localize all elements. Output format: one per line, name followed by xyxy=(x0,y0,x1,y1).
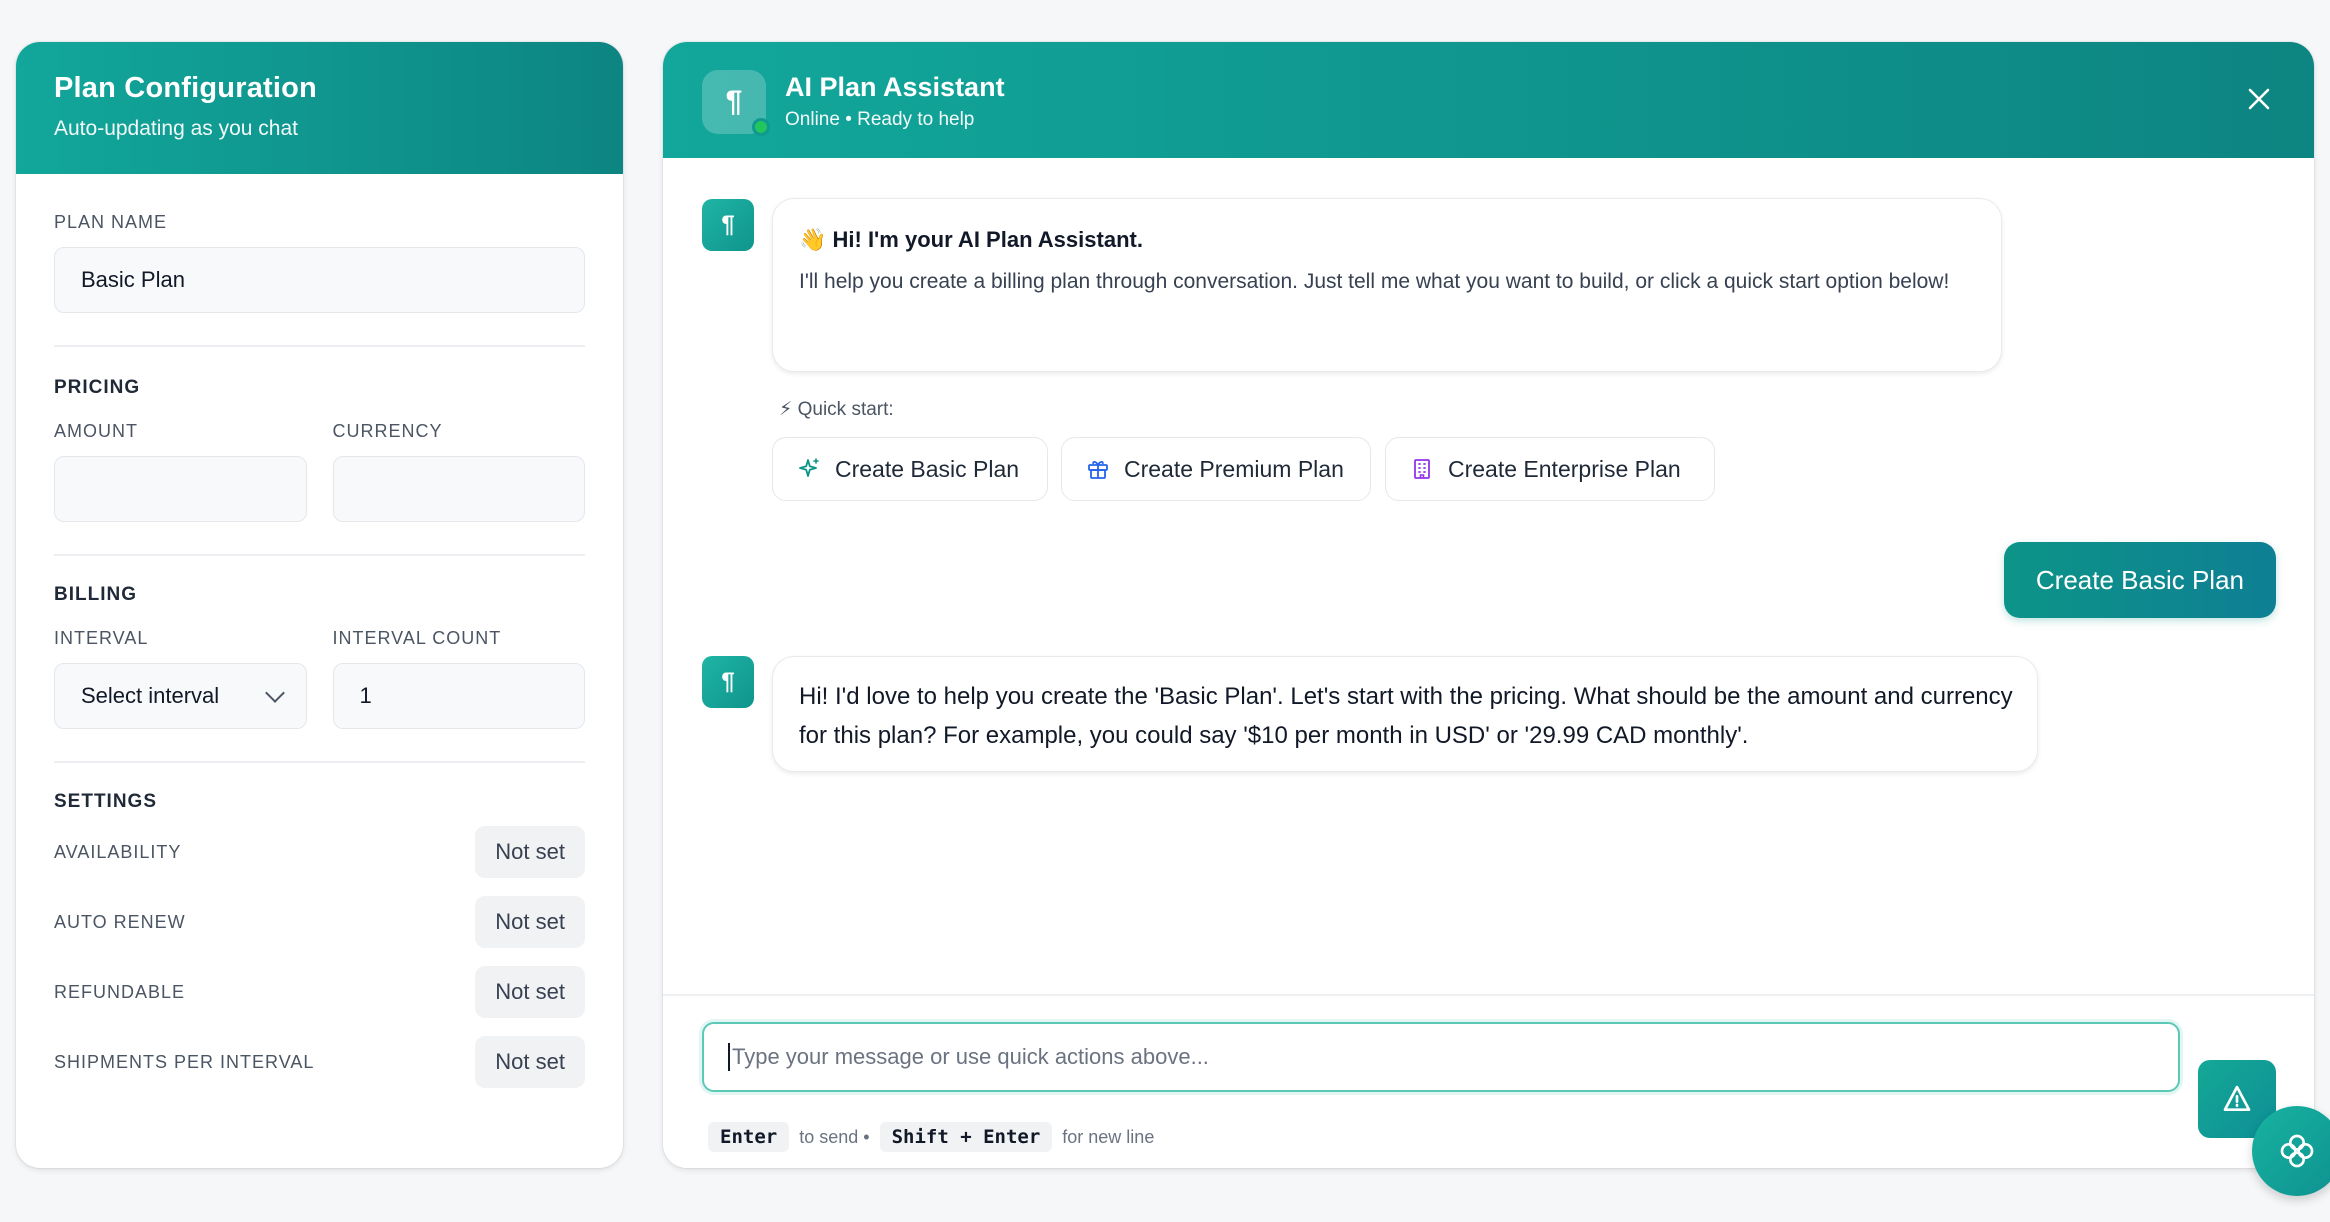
setting-row-availability: AVAILABILITY Not set xyxy=(54,817,585,887)
setting-label: AVAILABILITY xyxy=(54,841,182,862)
shift-enter-key: Shift + Enter xyxy=(879,1122,1053,1152)
amount-group: AMOUNT xyxy=(54,421,307,522)
interval-value: Select interval xyxy=(81,683,220,708)
quick-action-enterprise-plan[interactable]: Create Enterprise Plan xyxy=(1385,437,1715,501)
settings-section-label: SETTINGS xyxy=(54,791,158,812)
bot-reply-text: Hi! I'd love to help you create the 'Bas… xyxy=(799,683,2013,749)
welcome-body: I'll help you create a billing plan thro… xyxy=(799,270,1950,293)
setting-row-auto-renew: AUTO RENEW Not set xyxy=(54,887,585,957)
chat-header: ¶ AI Plan Assistant Online • Ready to he… xyxy=(663,42,2314,158)
setting-row-shipments: SHIPMENTS PER INTERVAL Not set xyxy=(54,1027,585,1097)
message-input[interactable]: Type your message or use quick actions a… xyxy=(702,1022,2180,1092)
setting-value-badge[interactable]: Not set xyxy=(475,1036,585,1088)
amount-label: AMOUNT xyxy=(54,421,138,441)
interval-count-group: INTERVAL COUNT 1 xyxy=(332,628,585,729)
pricing-section-label: PRICING xyxy=(54,377,141,398)
send-icon xyxy=(2223,1085,2251,1111)
flower-icon xyxy=(2280,1134,2314,1168)
interval-count-field[interactable]: 1 xyxy=(332,663,585,729)
keyboard-hint: Enter to send • Shift + Enter for new li… xyxy=(708,1122,1154,1152)
plan-name-label: PLAN NAME xyxy=(54,212,168,232)
setting-value-badge[interactable]: Not set xyxy=(475,896,585,948)
bot-avatar: ¶ xyxy=(702,656,754,708)
interval-count-value: 1 xyxy=(359,683,372,708)
enter-key: Enter xyxy=(708,1122,790,1152)
settings-list: AVAILABILITY Not set AUTO RENEW Not set … xyxy=(54,817,585,1097)
pricing-fields: AMOUNT CURRENCY xyxy=(54,421,585,522)
app-root: Plan Configuration Auto-updating as you … xyxy=(0,0,2330,1222)
quick-action-basic-plan[interactable]: Create Basic Plan xyxy=(772,437,1048,501)
composer: Type your message or use quick actions a… xyxy=(663,994,2314,1168)
divider xyxy=(54,761,585,763)
chat-status: Online • Ready to help xyxy=(785,109,975,130)
quick-action-label: Create Basic Plan xyxy=(835,455,1020,482)
currency-group: CURRENCY xyxy=(332,421,585,522)
gift-icon xyxy=(1088,460,1108,479)
welcome-message: 👋 Hi! I'm your AI Plan Assistant. I'll h… xyxy=(772,198,2002,372)
amount-field[interactable] xyxy=(54,456,307,522)
quick-start-label: ⚡ Quick start: xyxy=(779,399,894,420)
close-icon xyxy=(2248,88,2270,110)
interval-group: INTERVAL Select interval xyxy=(54,628,307,729)
config-title: Plan Configuration xyxy=(54,72,317,104)
currency-label: CURRENCY xyxy=(332,421,443,441)
hint-newline-text: for new line xyxy=(1062,1126,1155,1147)
quick-action-premium-plan[interactable]: Create Premium Plan xyxy=(1061,437,1371,501)
online-status-dot xyxy=(752,118,770,136)
chevron-down-icon xyxy=(264,683,285,703)
floating-assistant-button[interactable] xyxy=(2252,1106,2330,1196)
setting-label: REFUNDABLE xyxy=(54,981,186,1002)
user-message: Create Basic Plan xyxy=(2003,542,2276,618)
plan-name-field[interactable]: Basic Plan xyxy=(54,247,585,313)
chat-title: AI Plan Assistant xyxy=(785,72,1005,102)
divider xyxy=(54,345,585,347)
interval-count-label: INTERVAL COUNT xyxy=(332,628,502,648)
setting-value-badge[interactable]: Not set xyxy=(475,826,585,878)
config-subtitle: Auto-updating as you chat xyxy=(54,117,299,140)
interval-label: INTERVAL xyxy=(54,628,149,648)
billing-section-label: BILLING xyxy=(54,584,137,605)
message-input-placeholder: Type your message or use quick actions a… xyxy=(732,1044,1209,1069)
quick-action-label: Create Enterprise Plan xyxy=(1448,455,1681,482)
welcome-title: 👋 Hi! I'm your AI Plan Assistant. xyxy=(799,227,1143,252)
divider xyxy=(54,554,585,556)
plan-name-value: Basic Plan xyxy=(81,267,185,292)
currency-field[interactable] xyxy=(332,456,585,522)
setting-label: SHIPMENTS PER INTERVAL xyxy=(54,1051,315,1072)
setting-row-refundable: REFUNDABLE Not set xyxy=(54,957,585,1027)
billing-fields: INTERVAL Select interval INTERVAL COUNT … xyxy=(54,628,585,729)
bot-reply-message: Hi! I'd love to help you create the 'Bas… xyxy=(772,656,2038,772)
text-caret xyxy=(728,1043,730,1071)
interval-select[interactable]: Select interval xyxy=(54,663,307,729)
plan-configuration-panel: Plan Configuration Auto-updating as you … xyxy=(16,42,623,1168)
config-header: Plan Configuration Auto-updating as you … xyxy=(16,42,623,174)
close-button[interactable] xyxy=(2242,82,2276,116)
config-body: PLAN NAME Basic Plan PRICING AMOUNT CURR… xyxy=(16,174,623,1097)
bot-avatar: ¶ xyxy=(702,199,754,251)
hint-send-text: to send • xyxy=(799,1126,870,1147)
ai-assistant-chat-panel: ¶ AI Plan Assistant Online • Ready to he… xyxy=(663,42,2314,1168)
quick-action-label: Create Premium Plan xyxy=(1124,455,1344,482)
setting-label: AUTO RENEW xyxy=(54,911,186,932)
setting-value-badge[interactable]: Not set xyxy=(475,966,585,1018)
building-icon xyxy=(1414,459,1430,479)
sparkle-icon xyxy=(799,458,819,477)
